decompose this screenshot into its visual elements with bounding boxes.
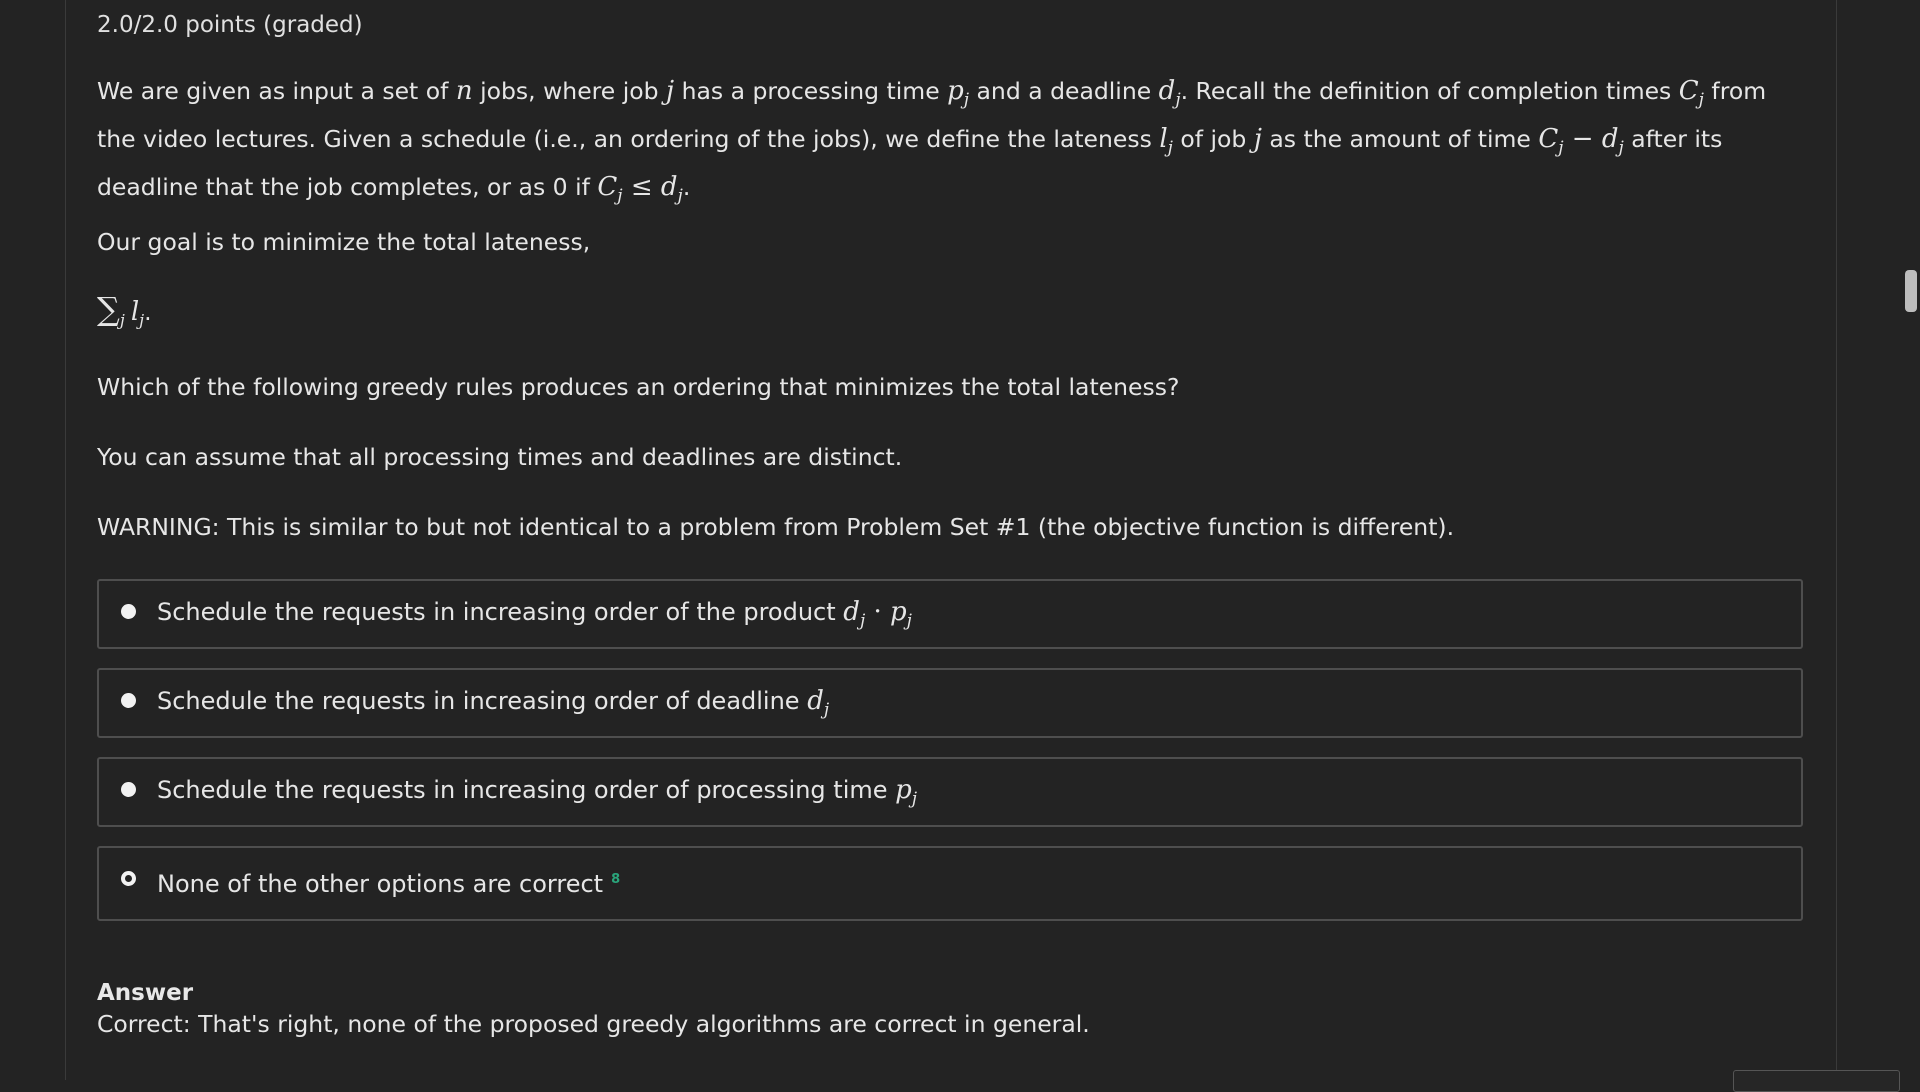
math-lj: lj [1159, 124, 1173, 159]
correct-check-icon: 8 [611, 872, 621, 887]
math-Cj: Cj [1678, 76, 1704, 111]
assumption-text: You can assume that all processing times… [97, 443, 903, 471]
answer-text: Correct: That's right, none of the propo… [97, 1010, 1090, 1038]
option-label: Schedule the requests in increasing orde… [157, 686, 830, 721]
text-segment: of job [1172, 125, 1254, 154]
radio-button[interactable] [121, 604, 136, 619]
text-segment: . Recall the definition of completion ti… [1180, 77, 1679, 105]
text-segment: and a deadline [969, 77, 1159, 105]
action-button[interactable] [1733, 1070, 1900, 1092]
math-j: j [666, 76, 675, 106]
goal-text: Our goal is to minimize the total latene… [97, 228, 591, 256]
option-label: None of the other options are correct 8 [157, 870, 621, 898]
points-status: 2.0/2.0 points (graded) [97, 12, 363, 38]
option-deadline[interactable]: Schedule the requests in increasing orde… [97, 668, 1803, 738]
option-none-correct[interactable]: None of the other options are correct 8 [97, 846, 1803, 921]
text-segment: as the amount of time [1261, 125, 1539, 154]
text-segment: jobs, where job [472, 77, 667, 105]
math-j: j [1253, 124, 1262, 155]
warning-text: WARNING: This is similar to but not iden… [97, 513, 1455, 541]
radio-button-selected[interactable] [121, 871, 136, 886]
radio-button[interactable] [121, 693, 136, 708]
question-text: Which of the following greedy rules prod… [97, 373, 1180, 401]
math-dj: dj [1158, 76, 1181, 111]
option-product[interactable]: Schedule the requests in increasing orde… [97, 579, 1803, 649]
option-label: Schedule the requests in increasing orde… [157, 597, 912, 632]
scrollbar-thumb[interactable] [1905, 270, 1917, 312]
sum-formula: ∑j lj. [97, 290, 152, 330]
math-n: n [455, 76, 473, 106]
option-processing-time[interactable]: Schedule the requests in increasing orde… [97, 757, 1803, 827]
math-Cj-minus-dj: Cj − dj [1538, 124, 1624, 159]
text-segment: has a processing time [674, 77, 948, 105]
option-label: Schedule the requests in increasing orde… [157, 775, 918, 810]
math-Cj-le-dj: Cj ≤ dj [597, 172, 683, 207]
math-pj: pj [947, 76, 970, 111]
text-segment: . [682, 173, 691, 202]
scrollbar[interactable] [1902, 0, 1920, 1080]
answer-title: Answer [97, 980, 194, 1006]
radio-button[interactable] [121, 782, 136, 797]
problem-panel: 2.0/2.0 points (graded) We are given as … [65, 0, 1900, 1092]
problem-description: We are given as input a set of n jobs, w… [97, 72, 1797, 217]
text-segment: We are given as input a set of [97, 77, 456, 105]
